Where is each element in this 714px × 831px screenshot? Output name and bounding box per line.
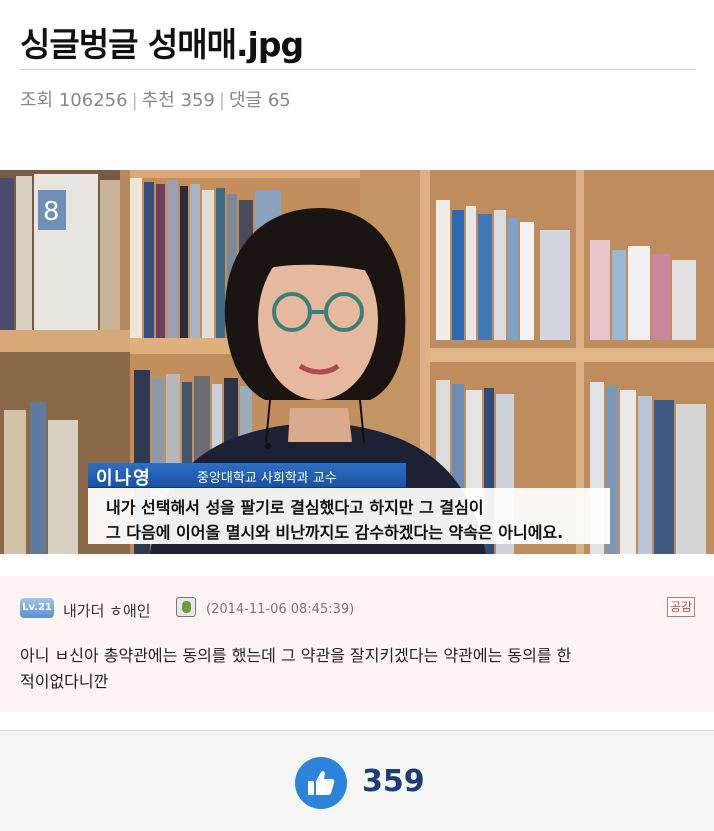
level-badge: Lv.21: [20, 598, 54, 618]
meta-separator: |: [131, 90, 138, 111]
post-meta: 조회 106256 | 추천 359 | 댓글 65: [20, 86, 291, 112]
views-count: 106256: [58, 90, 128, 111]
caption-line-1: 내가 선택해서 성을 팔기로 결심했다고 하지만 그 결심이: [106, 498, 484, 517]
news-caption: 내가 선택해서 성을 팔기로 결심했다고 하지만 그 결심이 그 다음에 이어올…: [88, 488, 610, 544]
comments-label: 댓글: [228, 90, 263, 111]
comment-nickname[interactable]: 내가더 ㅎ애인: [63, 600, 151, 621]
news-screenshot: 8 이나영 중앙대학교 사회학과 교수 내가 선택해서 성을 팔기로 결심했다고…: [0, 170, 714, 554]
recommend-label: 추천: [141, 90, 175, 111]
speaker-name: 이나영: [96, 468, 152, 489]
speaker-affiliation: 중앙대학교 사회학과 교수: [197, 471, 337, 486]
like-bar: 359: [0, 730, 714, 831]
like-count: 359: [362, 764, 425, 799]
comment-text-line-1: 아니 ㅂ신아 총약관에는 동의를 했는데 그 약관을 잘지키겠다는 약관에는 동…: [20, 646, 572, 665]
meta-separator: |: [218, 90, 225, 111]
name-strip: 이나영 중앙대학교 사회학과 교수: [88, 463, 406, 489]
comment-box: Lv.21 내가더 ㅎ애인 (2014-11-06 08:45:39) 공감 아…: [0, 576, 714, 712]
caption-line-2: 그 다음에 이어올 멸시와 비난까지도 감수하겠다는 약속은 아니에요.: [106, 523, 564, 542]
comment-text-line-2: 적이없다니깐: [20, 672, 109, 691]
member-icon: [176, 597, 196, 617]
recommend-count: 359: [180, 90, 215, 111]
comments-count: 65: [267, 90, 291, 111]
post-title: 싱글벙글 성매매.jpg: [20, 25, 304, 64]
thumbs-up-icon: [308, 770, 335, 795]
like-button[interactable]: [295, 757, 347, 809]
views-label: 조회: [20, 90, 54, 111]
title-divider: [20, 69, 696, 70]
book-number: 8: [43, 197, 60, 227]
comment-date: (2014-11-06 08:45:39): [206, 602, 355, 617]
agree-button[interactable]: 공감: [667, 597, 695, 617]
